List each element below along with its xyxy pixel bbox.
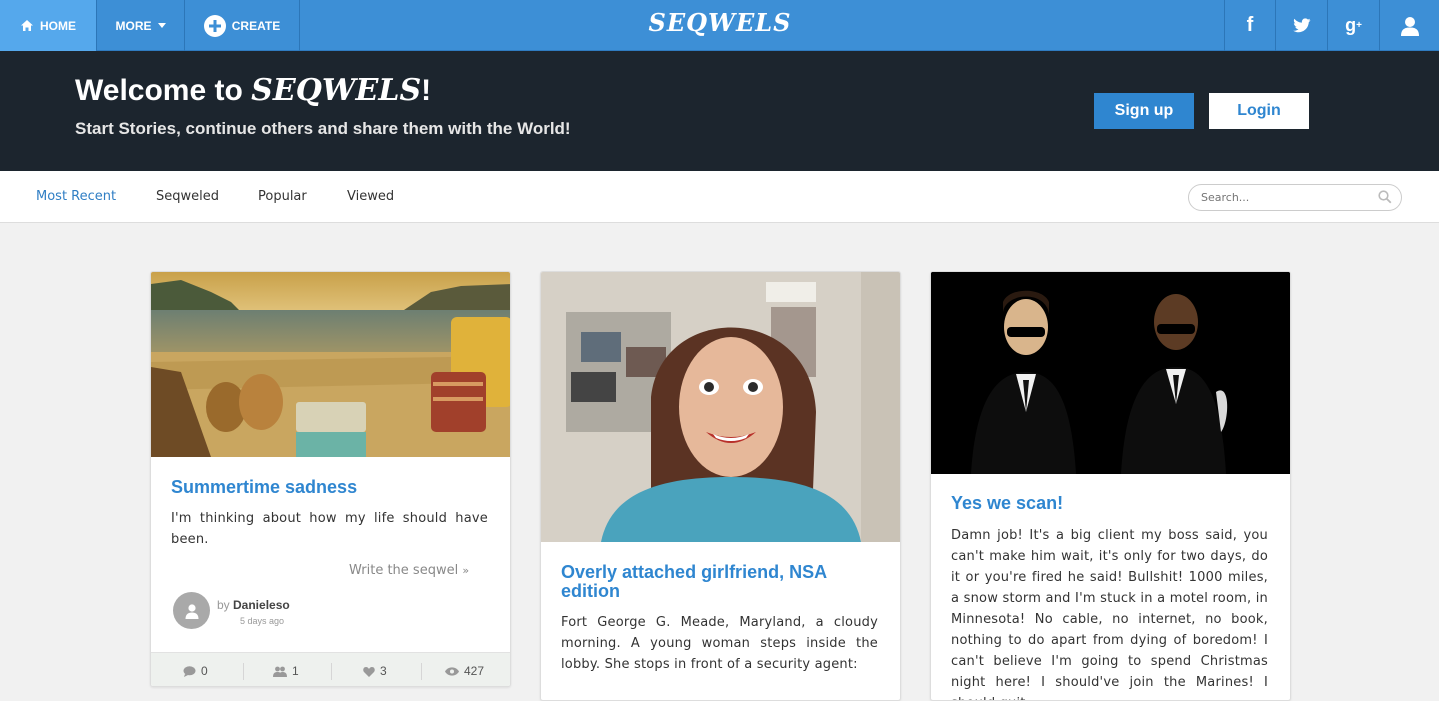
tab-most-recent[interactable]: Most Recent (36, 189, 116, 204)
seqwels-count[interactable]: 1 (273, 653, 299, 686)
top-navbar: HOME MORE CREATE SEQWELS f g + (0, 0, 1439, 51)
filter-bar: Most Recent Seqweled Popular Viewed (0, 171, 1439, 223)
story-card[interactable]: Yes we scan! Damn job! It's a big client… (930, 271, 1291, 701)
stats-divider (421, 663, 422, 680)
login-button[interactable]: Login (1209, 93, 1309, 129)
signup-button[interactable]: Sign up (1094, 93, 1194, 129)
tab-viewed[interactable]: Viewed (347, 189, 394, 204)
plus-circle-icon (203, 14, 226, 37)
welcome-banner: Welcome to SEQWELS! Start Stories, conti… (0, 51, 1439, 171)
views-count: 427 (445, 653, 485, 686)
stats-divider (331, 663, 332, 680)
welcome-title-suffix: ! (421, 74, 432, 107)
nav-home-label: HOME (40, 18, 76, 33)
welcome-subtitle: Start Stories, continue others and share… (75, 119, 571, 138)
story-stats-bar: 0 1 3 427 (151, 652, 510, 686)
write-seqwel-label: Write the seqwel (349, 563, 459, 578)
story-excerpt: I'm thinking about how my life should ha… (171, 511, 488, 547)
story-excerpt: Damn job! It's a big client my boss said… (951, 528, 1268, 700)
nav-create[interactable]: CREATE (185, 0, 300, 51)
comments-value: 0 (201, 664, 208, 678)
byline-prefix: by (217, 598, 234, 612)
seqwels-value: 1 (292, 664, 299, 678)
heart-icon (363, 666, 375, 677)
search-icon[interactable] (1378, 189, 1392, 208)
user-icon[interactable] (1379, 0, 1439, 51)
likes-value: 3 (380, 664, 387, 678)
story-image-beach[interactable] (151, 272, 510, 457)
story-title[interactable]: Summertime sadness (171, 478, 490, 497)
story-title[interactable]: Yes we scan! (951, 494, 1270, 513)
tab-seqweled[interactable]: Seqweled (156, 189, 219, 204)
users-icon (273, 666, 287, 677)
welcome-title: Welcome to SEQWELS! (75, 73, 431, 108)
welcome-title-prefix: Welcome to (75, 74, 252, 107)
stats-divider (243, 663, 244, 680)
search-input[interactable] (1188, 184, 1402, 211)
story-title[interactable]: Overly attached girlfriend, NSA edition (561, 563, 880, 601)
google-plus-icon[interactable]: g + (1327, 0, 1379, 51)
caret-down-icon (157, 23, 166, 28)
eye-icon (445, 666, 459, 676)
nav-create-label: CREATE (231, 18, 281, 33)
avatar[interactable] (173, 592, 210, 629)
tab-popular[interactable]: Popular (258, 189, 307, 204)
twitter-icon[interactable] (1275, 0, 1327, 51)
welcome-title-brand: SEQWELS (251, 73, 422, 108)
views-value: 427 (464, 664, 485, 678)
comment-icon (183, 665, 196, 677)
author-name[interactable]: Danieleso (233, 598, 290, 612)
likes-count[interactable]: 3 (363, 653, 387, 686)
author-byline: by Danieleso (217, 598, 290, 612)
story-image-girl[interactable] (541, 272, 900, 542)
nav-more-dropdown[interactable]: MORE (97, 0, 185, 51)
post-time: 5 days ago (240, 616, 285, 626)
nav-more-label: MORE (115, 18, 152, 33)
nav-home[interactable]: HOME (0, 0, 97, 51)
brand-logo[interactable]: SEQWELS (620, 8, 820, 37)
story-excerpt: Fort George G. Meade, Maryland, a cloudy… (561, 615, 878, 672)
double-chevron-down-icon: » (462, 564, 470, 577)
story-card[interactable]: Summertime sadness I'm thinking about ho… (150, 271, 511, 687)
story-image-men-in-black[interactable] (931, 272, 1290, 474)
home-icon (20, 19, 34, 32)
write-seqwel-link[interactable]: Write the seqwel » (349, 563, 469, 578)
comments-count[interactable]: 0 (183, 653, 208, 686)
facebook-icon[interactable]: f (1224, 0, 1275, 51)
story-card[interactable]: Overly attached girlfriend, NSA edition … (540, 271, 901, 701)
